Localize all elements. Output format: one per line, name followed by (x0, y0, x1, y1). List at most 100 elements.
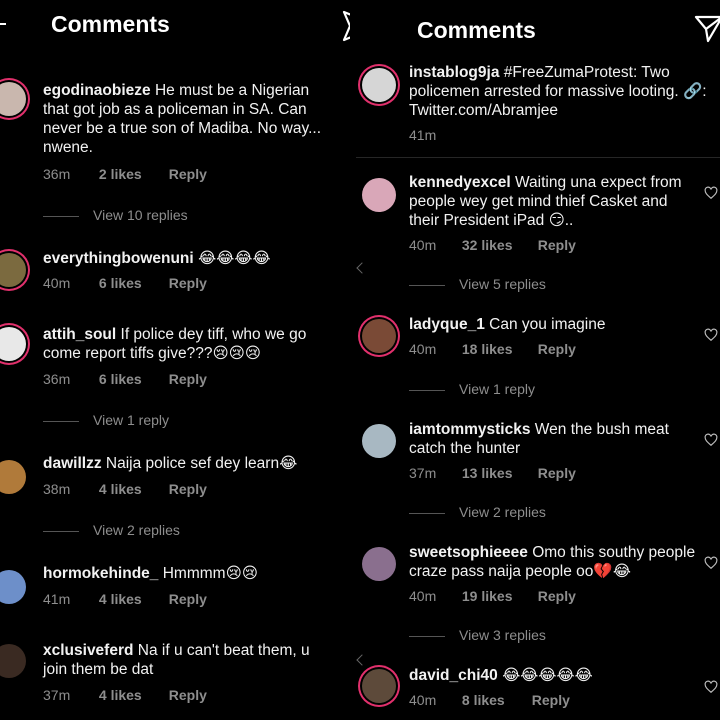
likes-count[interactable]: 6 likes (99, 275, 165, 291)
send-icon[interactable] (342, 10, 350, 42)
avatar[interactable] (0, 327, 26, 361)
comment-time: 37m (43, 687, 71, 703)
likes-count[interactable]: 4 likes (99, 481, 165, 497)
avatar[interactable] (362, 178, 396, 212)
comment-username[interactable]: iamtommysticks (409, 421, 530, 438)
likes-count[interactable]: 32 likes (462, 237, 534, 253)
likes-count[interactable]: 18 likes (462, 341, 534, 357)
comment-username[interactable]: kennedyexcel (409, 174, 511, 191)
replies-line (409, 512, 445, 514)
view-replies-label[interactable]: View 1 reply (93, 412, 169, 428)
reply-button[interactable]: Reply (538, 465, 576, 481)
heart-icon[interactable] (704, 556, 718, 570)
comment-meta: 36m 2 likes Reply (43, 166, 207, 182)
view-replies-link[interactable]: View 10 replies (43, 207, 188, 223)
comment-text: sweetsophieeee Omo this southy people cr… (409, 543, 699, 581)
likes-count[interactable]: 19 likes (462, 588, 534, 604)
comment-meta: 37m 13 likes Reply (409, 465, 576, 481)
view-replies-link[interactable]: View 1 reply (43, 412, 169, 428)
chevron-left-icon (356, 654, 368, 666)
reply-button[interactable]: Reply (169, 687, 207, 703)
view-replies-label[interactable]: View 1 reply (459, 381, 535, 397)
comment-meta: 36m 6 likes Reply (43, 371, 207, 387)
view-replies-label[interactable]: View 3 replies (459, 627, 546, 643)
comment-username[interactable]: dawillzz (43, 455, 102, 472)
reply-button[interactable]: Reply (169, 166, 207, 182)
avatar[interactable] (362, 68, 396, 102)
heart-icon[interactable] (704, 433, 718, 447)
view-replies-label[interactable]: View 10 replies (93, 207, 188, 223)
comment-meta: 41m 4 likes Reply (43, 591, 207, 607)
right-comments-panel: Comments instablog9ja #FreeZumaProtest: … (356, 0, 720, 720)
comment-username[interactable]: attih_soul (43, 326, 116, 343)
comment-text: ladyque_1 Can you imagine (409, 315, 699, 334)
comment-meta: 37m 4 likes Reply (43, 687, 207, 703)
comment-username[interactable]: sweetsophieeee (409, 544, 528, 561)
comment-time: 40m (43, 275, 71, 291)
view-replies-label[interactable]: View 2 replies (93, 522, 180, 538)
comment-time: 41m (43, 591, 71, 607)
reply-button[interactable]: Reply (169, 591, 207, 607)
send-icon[interactable] (694, 14, 720, 44)
comment-body: Naija police sef dey learn😂 (105, 455, 298, 472)
likes-count[interactable]: 2 likes (99, 166, 165, 182)
avatar[interactable] (0, 460, 26, 494)
comment-meta: 40m 19 likes Reply (409, 588, 576, 604)
avatar[interactable] (362, 424, 396, 458)
view-replies-link[interactable]: View 5 replies (409, 276, 546, 292)
view-replies-link[interactable]: View 1 reply (409, 381, 535, 397)
replies-line (409, 389, 445, 391)
reply-button[interactable]: Reply (538, 237, 576, 253)
heart-icon[interactable] (704, 328, 718, 342)
likes-count[interactable]: 4 likes (99, 687, 165, 703)
view-replies-link[interactable]: View 2 replies (43, 522, 180, 538)
avatar[interactable] (362, 669, 396, 703)
likes-count[interactable]: 4 likes (99, 591, 165, 607)
back-arrow-icon[interactable] (0, 23, 6, 25)
comment-username[interactable]: ladyque_1 (409, 316, 485, 333)
comment-text: attih_soul If police dey tiff, who we go… (43, 325, 335, 363)
avatar[interactable] (0, 253, 26, 287)
avatar[interactable] (0, 644, 26, 678)
avatar[interactable] (362, 547, 396, 581)
left-comments-panel: Comments egodinaobieze He must be a Nige… (0, 0, 350, 720)
comment-text: xclusiveferd Na if u can't beat them, u … (43, 641, 335, 679)
avatar[interactable] (362, 319, 396, 353)
reply-button[interactable]: Reply (169, 275, 207, 291)
comment-meta: 40m 32 likes Reply (409, 237, 576, 253)
view-replies-link[interactable]: View 3 replies (409, 627, 546, 643)
reply-button[interactable]: Reply (538, 588, 576, 604)
reply-button[interactable]: Reply (532, 692, 570, 708)
reply-button[interactable]: Reply (169, 371, 207, 387)
caption-time: 41m (409, 127, 437, 143)
heart-icon[interactable] (704, 186, 718, 200)
view-replies-label[interactable]: View 2 replies (459, 504, 546, 520)
comment-body: Can you imagine (489, 316, 606, 333)
avatar[interactable] (0, 82, 26, 116)
likes-count[interactable]: 6 likes (99, 371, 165, 387)
comment-username[interactable]: everythingbowenuni (43, 250, 194, 267)
comment-time: 36m (43, 371, 71, 387)
likes-count[interactable]: 13 likes (462, 465, 534, 481)
likes-count[interactable]: 8 likes (462, 692, 528, 708)
comment-username[interactable]: hormokehinde_ (43, 565, 158, 582)
view-replies-link[interactable]: View 2 replies (409, 504, 546, 520)
comment-time: 37m (409, 465, 437, 481)
reply-button[interactable]: Reply (538, 341, 576, 357)
heart-icon[interactable] (704, 680, 718, 694)
comment-body: 😂😂😂😂😂 (502, 667, 593, 684)
replies-line (409, 635, 445, 637)
comment-username[interactable]: egodinaobieze (43, 82, 151, 99)
caption-username[interactable]: instablog9ja (409, 64, 499, 81)
comment-meta: 40m 6 likes Reply (43, 275, 207, 291)
avatar[interactable] (0, 570, 26, 604)
reply-button[interactable]: Reply (169, 481, 207, 497)
comment-username[interactable]: xclusiveferd (43, 642, 133, 659)
comment-time: 40m (409, 341, 437, 357)
comment-time: 40m (409, 588, 437, 604)
comment-username[interactable]: david_chi40 (409, 667, 498, 684)
comment-text: everythingbowenuni 😂😂😂😂 (43, 249, 335, 268)
view-replies-label[interactable]: View 5 replies (459, 276, 546, 292)
comment-body: Hmmmm😢😢 (162, 565, 258, 582)
comment-time: 40m (409, 237, 437, 253)
